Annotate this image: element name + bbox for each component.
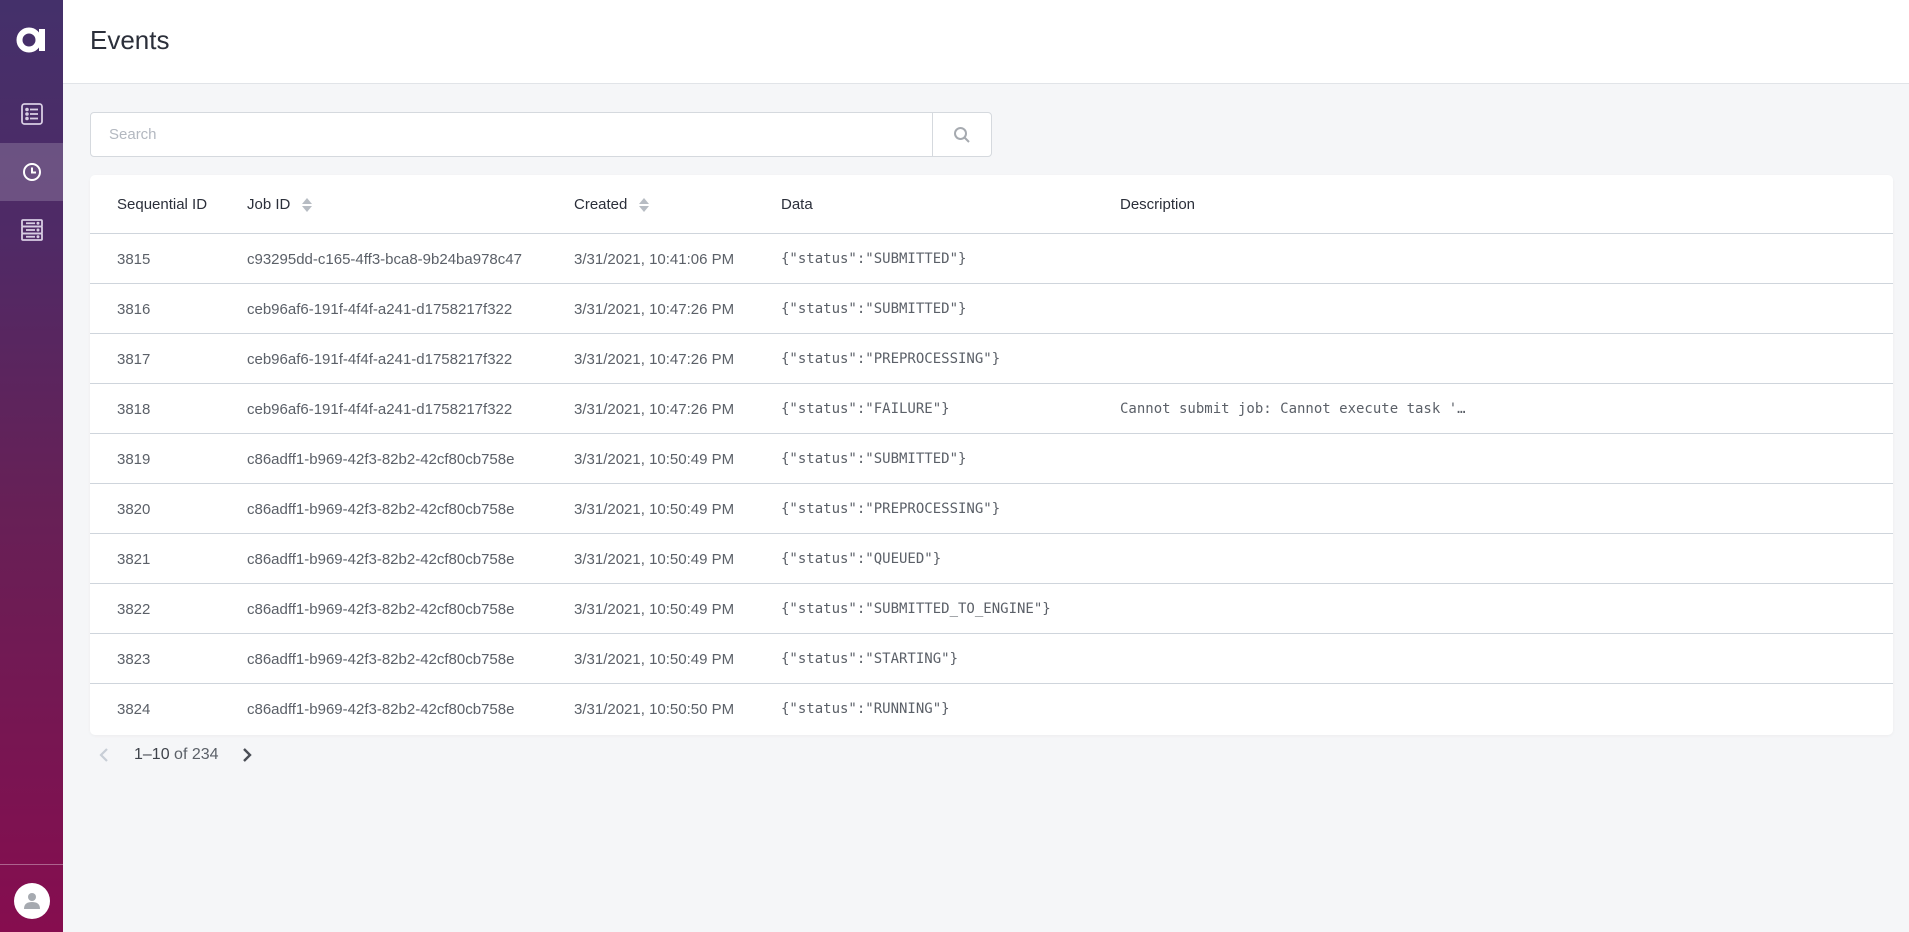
user-avatar[interactable] <box>14 883 50 919</box>
list-icon <box>20 103 43 125</box>
column-label: Description <box>1120 196 1196 213</box>
page-header: Events <box>63 0 1909 84</box>
cell-sequential-id: 3821 <box>117 550 151 568</box>
table-row[interactable]: 3819 c86adff1-b969-42f3-82b2-42cf80cb758… <box>90 434 1893 484</box>
column-header-description: Description <box>1120 175 1195 234</box>
cell-created: 3/31/2021, 10:50:49 PM <box>574 600 735 618</box>
table-row[interactable]: 3816 ceb96af6-191f-4f4f-a241-d1758217f32… <box>90 284 1893 334</box>
cell-created: 3/31/2021, 10:47:26 PM <box>574 400 735 418</box>
page-of: of <box>174 746 188 763</box>
table-row[interactable]: 3821 c86adff1-b969-42f3-82b2-42cf80cb758… <box>90 534 1893 584</box>
cell-job-id: c86adff1-b969-42f3-82b2-42cf80cb758e <box>247 450 515 468</box>
sidebar-item-jobs[interactable] <box>0 85 63 143</box>
column-header-job-id[interactable]: Job ID <box>247 175 313 234</box>
chevron-left-icon <box>99 748 108 762</box>
table-row[interactable]: 3823 c86adff1-b969-42f3-82b2-42cf80cb758… <box>90 634 1893 684</box>
cell-description: Cannot submit job: Cannot execute task '… <box>1120 401 1466 417</box>
page-range-label: 1–10 of 234 <box>134 746 219 764</box>
search-bar <box>90 112 992 157</box>
cell-sequential-id: 3820 <box>117 500 151 518</box>
column-header-data: Data <box>781 175 813 234</box>
cell-sequential-id: 3822 <box>117 600 151 618</box>
cell-created: 3/31/2021, 10:50:49 PM <box>574 650 735 668</box>
cell-data: {"status":"FAILURE"} <box>781 401 950 417</box>
cell-sequential-id: 3818 <box>117 400 151 418</box>
cell-job-id: c86adff1-b969-42f3-82b2-42cf80cb758e <box>247 550 515 568</box>
clock-icon <box>22 163 41 181</box>
page-range: 1–10 <box>134 746 170 763</box>
column-label: Data <box>781 196 813 213</box>
cell-created: 3/31/2021, 10:50:49 PM <box>574 500 735 518</box>
table-row[interactable]: 3815 c93295dd-c165-4ff3-bca8-9b24ba978c4… <box>90 234 1893 284</box>
search-input[interactable] <box>91 113 932 156</box>
table-body: 3815 c93295dd-c165-4ff3-bca8-9b24ba978c4… <box>90 234 1893 734</box>
sidebar-divider <box>0 864 63 865</box>
sidebar-item-events[interactable] <box>0 143 63 201</box>
table-row[interactable]: 3822 c86adff1-b969-42f3-82b2-42cf80cb758… <box>90 584 1893 634</box>
cell-sequential-id: 3815 <box>117 250 151 268</box>
server-icon <box>20 219 43 241</box>
cell-job-id: ceb96af6-191f-4f4f-a241-d1758217f322 <box>247 400 513 418</box>
cell-job-id: c86adff1-b969-42f3-82b2-42cf80cb758e <box>247 650 515 668</box>
cell-sequential-id: 3824 <box>117 700 151 718</box>
user-avatar-icon <box>24 893 40 909</box>
cell-job-id: ceb96af6-191f-4f4f-a241-d1758217f322 <box>247 300 513 318</box>
cell-data: {"status":"SUBMITTED"} <box>781 301 967 317</box>
cell-job-id: c86adff1-b969-42f3-82b2-42cf80cb758e <box>247 600 515 618</box>
cell-data: {"status":"RUNNING"} <box>781 701 950 717</box>
cell-sequential-id: 3819 <box>117 450 151 468</box>
cell-sequential-id: 3817 <box>117 350 151 368</box>
sidebar-item-resources[interactable] <box>0 201 63 259</box>
cell-data: {"status":"SUBMITTED_TO_ENGINE"} <box>781 601 1051 617</box>
search-button[interactable] <box>932 113 991 156</box>
cell-sequential-id: 3816 <box>117 300 151 318</box>
cell-created: 3/31/2021, 10:50:49 PM <box>574 450 735 468</box>
column-label: Created <box>574 196 628 213</box>
events-table: Sequential ID Job ID Created Data Descri… <box>90 175 1893 735</box>
cell-created: 3/31/2021, 10:41:06 PM <box>574 250 735 268</box>
cell-job-id: c86adff1-b969-42f3-82b2-42cf80cb758e <box>247 700 515 718</box>
column-header-sequential-id: Sequential ID <box>117 175 207 234</box>
pagination: 1–10 of 234 <box>90 741 261 769</box>
cell-data: {"status":"PREPROCESSING"} <box>781 351 1001 367</box>
column-label: Sequential ID <box>117 196 208 213</box>
cell-created: 3/31/2021, 10:50:49 PM <box>574 550 735 568</box>
sort-icon[interactable] <box>302 197 313 212</box>
table-row[interactable]: 3824 c86adff1-b969-42f3-82b2-42cf80cb758… <box>90 684 1893 734</box>
cell-data: {"status":"SUBMITTED"} <box>781 451 967 467</box>
table-row[interactable]: 3817 ceb96af6-191f-4f4f-a241-d1758217f32… <box>90 334 1893 384</box>
cell-job-id: ceb96af6-191f-4f4f-a241-d1758217f322 <box>247 350 513 368</box>
cell-created: 3/31/2021, 10:47:26 PM <box>574 350 735 368</box>
column-header-created[interactable]: Created <box>574 175 650 234</box>
previous-page-button[interactable] <box>90 741 118 769</box>
cell-data: {"status":"SUBMITTED"} <box>781 251 967 267</box>
table-row[interactable]: 3820 c86adff1-b969-42f3-82b2-42cf80cb758… <box>90 484 1893 534</box>
sidebar <box>0 0 63 932</box>
cell-job-id: c93295dd-c165-4ff3-bca8-9b24ba978c47 <box>247 250 522 268</box>
column-label: Job ID <box>247 196 291 213</box>
page-total: 234 <box>191 746 219 763</box>
next-page-button[interactable] <box>233 741 261 769</box>
table-header: Sequential ID Job ID Created Data Descri… <box>90 175 1893 234</box>
logo-icon <box>16 27 45 53</box>
cell-data: {"status":"QUEUED"} <box>781 551 942 567</box>
chevron-right-icon <box>242 748 252 762</box>
cell-created: 3/31/2021, 10:47:26 PM <box>574 300 735 318</box>
cell-sequential-id: 3823 <box>117 650 151 668</box>
cell-created: 3/31/2021, 10:50:50 PM <box>574 700 735 718</box>
cell-job-id: c86adff1-b969-42f3-82b2-42cf80cb758e <box>247 500 515 518</box>
page-title: Events <box>90 25 170 55</box>
app-logo[interactable] <box>0 0 63 80</box>
cell-data: {"status":"PREPROCESSING"} <box>781 501 1001 517</box>
sort-icon[interactable] <box>639 197 650 212</box>
cell-data: {"status":"STARTING"} <box>781 651 959 667</box>
search-icon <box>954 126 970 143</box>
table-row[interactable]: 3818 ceb96af6-191f-4f4f-a241-d1758217f32… <box>90 384 1893 434</box>
